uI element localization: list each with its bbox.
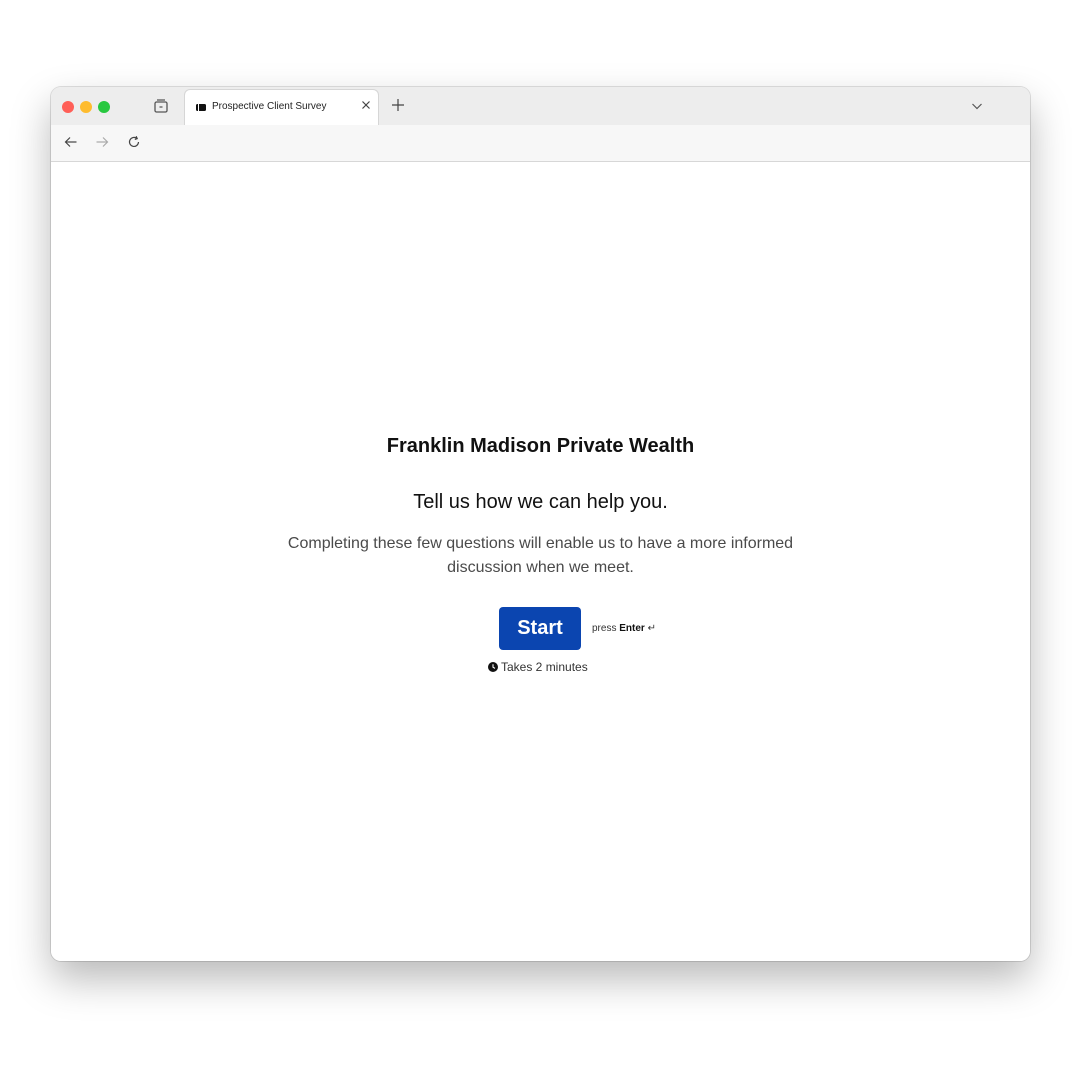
survey-welcome-screen: Franklin Madison Private Wealth Tell us … [51, 162, 1030, 961]
close-icon[interactable] [360, 99, 372, 111]
duration-text: Takes 2 minutes [501, 660, 588, 674]
enter-hint-key: Enter [619, 623, 645, 634]
arrow-left-icon[interactable] [64, 135, 78, 149]
org-name: Franklin Madison Private Wealth [386, 435, 695, 457]
survey-favicon-icon [196, 104, 206, 111]
arrow-right-icon[interactable] [95, 135, 109, 149]
tab-prospective-client-survey[interactable]: Prospective Client Survey [184, 89, 379, 125]
reload-icon[interactable] [127, 135, 141, 149]
welcome-description: Completing these few questions will enab… [287, 535, 794, 576]
plus-icon[interactable] [391, 98, 405, 112]
start-button[interactable]: Start [499, 607, 581, 650]
maximize-window-button[interactable] [98, 101, 110, 113]
navigation-toolbar [51, 125, 1030, 162]
clock-icon [488, 662, 498, 672]
enter-key-icon: ↵ [647, 623, 656, 634]
minimize-window-button[interactable] [80, 101, 92, 113]
chevron-down-icon[interactable] [971, 100, 983, 112]
enter-key-hint: press Enter ↵ [592, 623, 656, 634]
tab-overview-icon[interactable] [153, 98, 169, 114]
title-bar: Prospective Client Survey [51, 87, 1030, 125]
enter-hint-prefix: press [592, 623, 617, 634]
tab-title: Prospective Client Survey [212, 101, 327, 112]
welcome-headline: Tell us how we can help you. [413, 491, 668, 513]
survey-duration: Takes 2 minutes [488, 660, 588, 674]
close-window-button[interactable] [62, 101, 74, 113]
browser-window: Prospective Client Survey Franklin Madis… [51, 87, 1030, 961]
